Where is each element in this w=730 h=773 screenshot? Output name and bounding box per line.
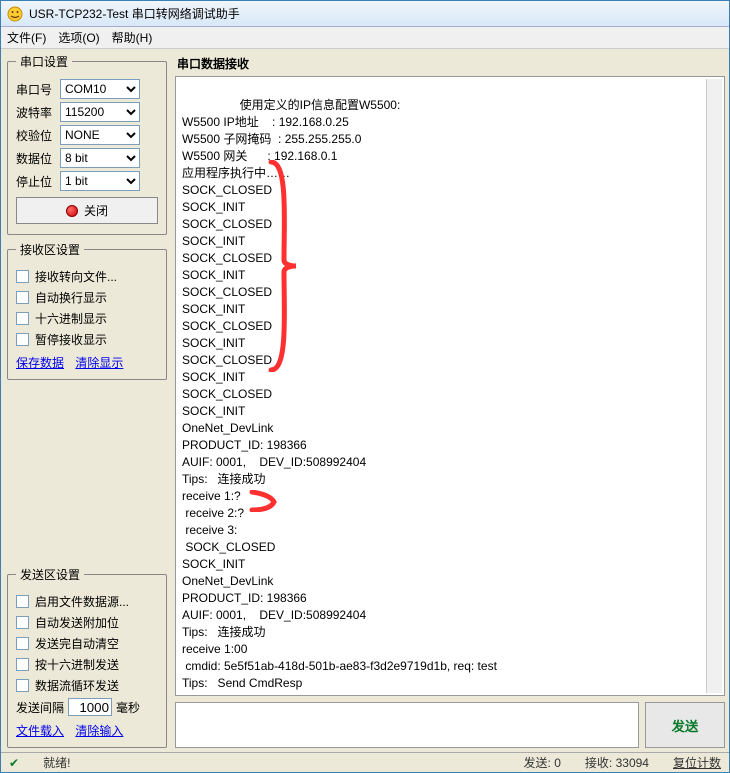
checkbox[interactable] [16, 637, 29, 650]
recv-pause[interactable]: 暂停接收显示 [35, 331, 107, 348]
scrollbar[interactable] [706, 79, 722, 693]
stop-label: 停止位 [16, 173, 56, 190]
interval-input[interactable] [68, 698, 112, 716]
checkbox[interactable] [16, 679, 29, 692]
recv-legend: 接收区设置 [16, 241, 84, 258]
checkbox[interactable] [16, 595, 29, 608]
interval-unit: 毫秒 [116, 699, 140, 716]
send-input[interactable] [175, 702, 639, 748]
titlebar[interactable]: USR-TCP232-Test 串口转网络调试助手 [1, 1, 729, 27]
checkbox[interactable] [16, 333, 29, 346]
status-recv-label: 接收: [585, 756, 612, 770]
recv-autowrap[interactable]: 自动换行显示 [35, 289, 107, 306]
port-label: 串口号 [16, 81, 56, 98]
parity-label: 校验位 [16, 127, 56, 144]
data-label: 数据位 [16, 150, 56, 167]
send-button[interactable]: 发送 [645, 702, 725, 748]
recv-hex[interactable]: 十六进制显示 [35, 310, 107, 327]
send-settings: 发送区设置 启用文件数据源... 自动发送附加位 发送完自动清空 按十六进制发送… [7, 566, 167, 748]
recv-content: 使用定义的IP信息配置W5500: W5500 IP地址 : 192.168.0… [182, 98, 497, 696]
menu-file[interactable]: 文件(F) [7, 29, 46, 46]
data-select[interactable]: 8 bit [60, 148, 140, 168]
content-area: 串口设置 串口号 COM10 波特率 115200 校验位 NONE 数据位 8… [1, 49, 729, 752]
status-recv-value: 33094 [616, 756, 649, 770]
close-button-label: 关闭 [84, 202, 108, 219]
recv-textarea[interactable]: 使用定义的IP信息配置W5500: W5500 IP地址 : 192.168.0… [175, 76, 725, 696]
app-icon [7, 6, 23, 22]
recv-settings: 接收区设置 接收转向文件... 自动换行显示 十六进制显示 暂停接收显示 保存数… [7, 241, 167, 380]
checkbox[interactable] [16, 658, 29, 671]
baud-select[interactable]: 115200 [60, 102, 140, 122]
status-sent-value: 0 [554, 756, 561, 770]
parity-select[interactable]: NONE [60, 125, 140, 145]
record-icon [66, 205, 78, 217]
menubar: 文件(F) 选项(O) 帮助(H) [1, 27, 729, 49]
menu-options[interactable]: 选项(O) [58, 29, 99, 46]
close-button[interactable]: 关闭 [16, 197, 158, 224]
left-panel: 串口设置 串口号 COM10 波特率 115200 校验位 NONE 数据位 8… [5, 53, 169, 748]
interval-label: 发送间隔 [16, 699, 64, 716]
status-sent-label: 发送: [524, 756, 551, 770]
clear-input-link[interactable]: 清除输入 [75, 724, 123, 738]
main-window: USR-TCP232-Test 串口转网络调试助手 文件(F) 选项(O) 帮助… [0, 0, 730, 773]
save-data-link[interactable]: 保存数据 [16, 356, 64, 370]
recv-panel-title: 串口数据接收 [177, 55, 725, 72]
status-ready: 就绪! [43, 754, 70, 771]
checkbox[interactable] [16, 291, 29, 304]
checkbox[interactable] [16, 616, 29, 629]
send-loop[interactable]: 数据流循环发送 [35, 677, 119, 694]
clear-display-link[interactable]: 清除显示 [75, 356, 123, 370]
send-auto-append[interactable]: 自动发送附加位 [35, 614, 119, 631]
baud-label: 波特率 [16, 104, 56, 121]
serial-settings: 串口设置 串口号 COM10 波特率 115200 校验位 NONE 数据位 8… [7, 53, 167, 235]
send-clear-after[interactable]: 发送完自动清空 [35, 635, 119, 652]
send-legend: 发送区设置 [16, 566, 84, 583]
load-file-link[interactable]: 文件载入 [16, 724, 64, 738]
send-area: 发送 [175, 702, 725, 748]
send-from-file[interactable]: 启用文件数据源... [35, 593, 129, 610]
stop-select[interactable]: 1 bit [60, 171, 140, 191]
statusbar: ✔ 就绪! 发送: 0 接收: 33094 复位计数 [1, 752, 729, 772]
send-hex[interactable]: 按十六进制发送 [35, 656, 119, 673]
menu-help[interactable]: 帮助(H) [112, 29, 153, 46]
window-title: USR-TCP232-Test 串口转网络调试助手 [29, 5, 240, 22]
status-reset[interactable]: 复位计数 [673, 754, 721, 771]
checkbox[interactable] [16, 312, 29, 325]
port-select[interactable]: COM10 [60, 79, 140, 99]
checkbox[interactable] [16, 270, 29, 283]
serial-legend: 串口设置 [16, 53, 72, 70]
right-panel: 串口数据接收 使用定义的IP信息配置W5500: W5500 IP地址 : 19… [175, 53, 725, 748]
recv-to-file[interactable]: 接收转向文件... [35, 268, 117, 285]
